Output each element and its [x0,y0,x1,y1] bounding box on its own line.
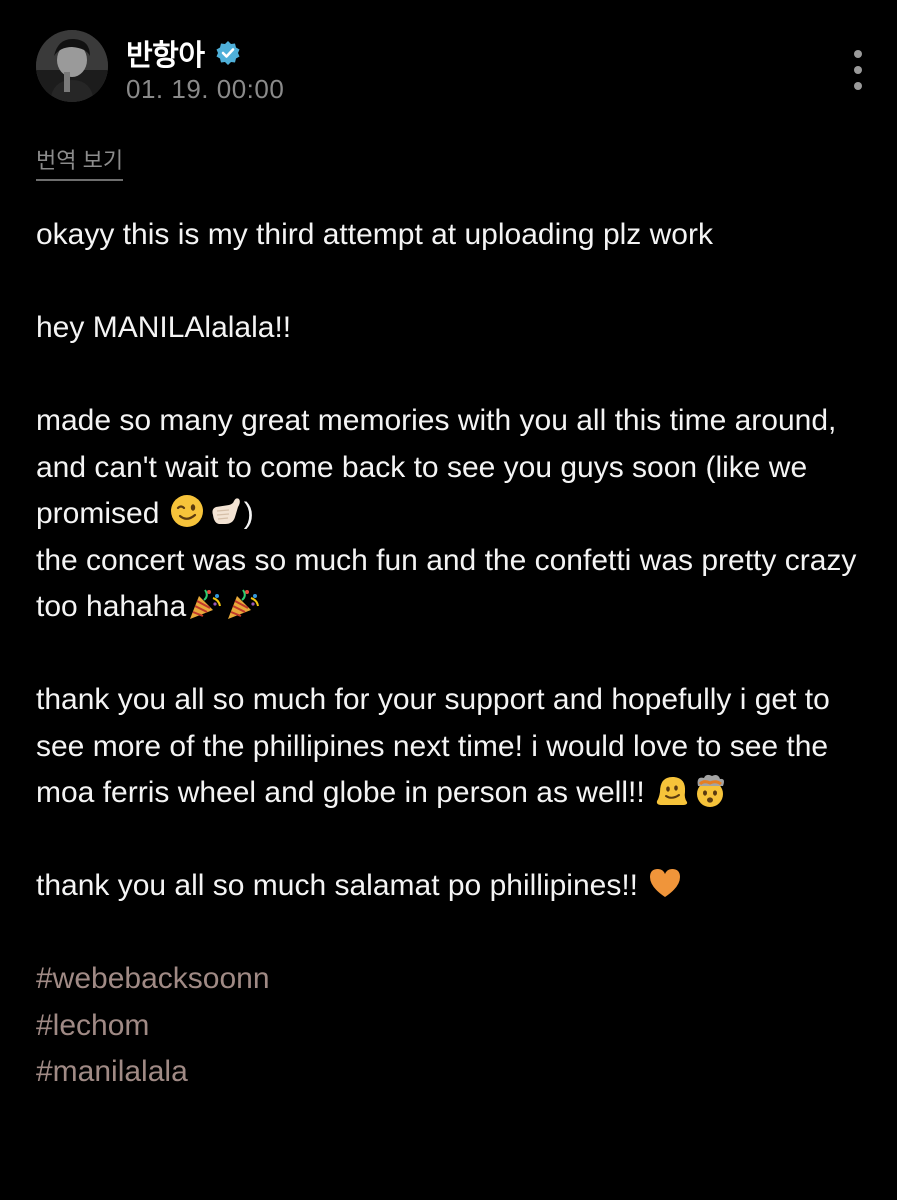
post-body: okayy this is my third attempt at upload… [36,212,866,1096]
post-paragraph: thank you all so much salamat po phillip… [36,863,866,910]
avatar[interactable] [36,30,108,102]
exploding-head-emoji-icon [692,772,728,808]
hashtag-link[interactable]: #lechom [36,1003,866,1050]
post-text: the concert was so much fun and the conf… [36,543,857,624]
hashtag-link[interactable]: #manilalala [36,1049,866,1096]
post-text: made so many great memories with you all… [36,404,837,530]
orange-heart-emoji-icon [647,865,683,901]
post-line: okayy this is my third attempt at upload… [36,218,713,251]
more-options-button[interactable] [850,50,866,90]
post-timestamp: 01. 19. 00:00 [126,74,285,104]
post-line: hey MANILAlalala!! [36,311,292,344]
post-text: thank you all so much salamat po phillip… [36,869,647,902]
post-paragraph: made so many great memories with you all… [36,398,866,631]
more-vertical-icon [854,50,862,58]
post-paragraph: thank you all so much for your support a… [36,677,866,817]
winking-face-emoji-icon [169,493,205,529]
author-name-row: 반항아 [126,32,241,74]
post-header: 반항아 01. 19. 00:00 [36,30,866,106]
post-text: ) [243,497,254,530]
melting-face-emoji-icon [654,772,690,808]
party-popper-emoji-icon [225,586,261,622]
more-dot [854,66,862,74]
party-popper-emoji-icon [187,586,223,622]
verified-badge-icon [215,40,241,66]
author-name[interactable]: 반항아 [126,32,205,74]
hashtag-link[interactable]: #webebacksoonn [36,956,866,1003]
translate-button[interactable]: 번역 보기 [36,143,124,181]
more-dot [854,82,862,90]
call-me-hand-emoji-icon [207,493,243,529]
